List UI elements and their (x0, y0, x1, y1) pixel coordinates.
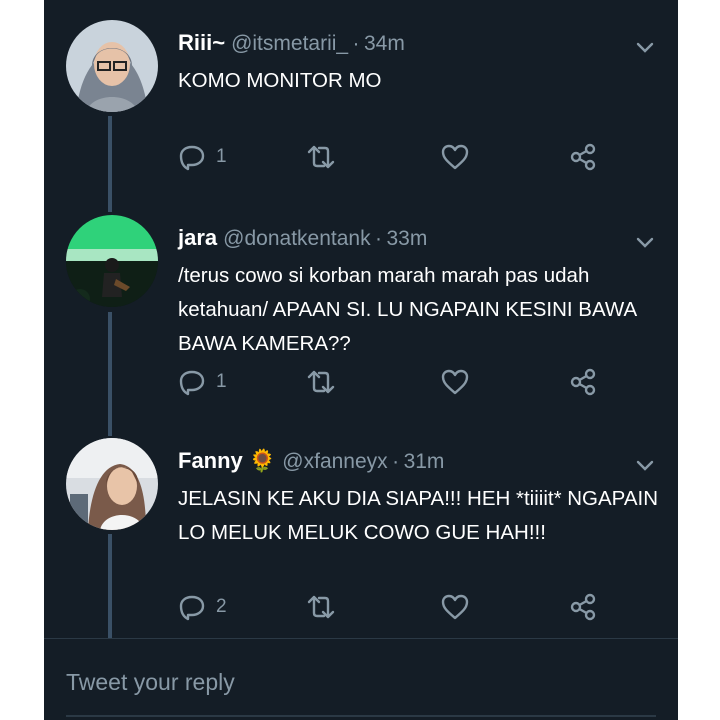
like-icon (441, 144, 469, 170)
retweet-icon (307, 145, 335, 169)
reply-composer[interactable]: Tweet your reply (44, 638, 678, 720)
user-handle[interactable]: @xfanneyx (282, 450, 387, 473)
chevron-down-icon[interactable] (634, 454, 656, 476)
tweet-header: Riii~ @itsmetarii_ · 34m (178, 30, 664, 62)
share-button[interactable] (568, 367, 598, 397)
reply-button[interactable]: 1 (178, 367, 227, 397)
retweet-icon (307, 370, 335, 394)
reply-count: 1 (216, 146, 227, 167)
share-icon (570, 368, 596, 396)
chevron-down-icon[interactable] (634, 36, 656, 58)
tweet[interactable]: Riii~ @itsmetarii_ · 34m KOMO MONITOR MO … (44, 20, 678, 240)
tweet-time[interactable]: 31m (404, 450, 445, 473)
tweet-header: Fanny 🌻 @xfanneyx · 31m (178, 448, 664, 480)
separator-dot: · (375, 227, 383, 250)
reply-icon (179, 370, 205, 396)
retweet-button[interactable] (306, 592, 346, 622)
avatar[interactable] (66, 215, 158, 307)
avatar[interactable] (66, 20, 158, 112)
display-name[interactable]: jara (178, 225, 217, 250)
like-icon (441, 369, 469, 395)
like-icon (441, 594, 469, 620)
tweet-actions: 1 (178, 142, 648, 172)
tweet-time[interactable]: 34m (364, 32, 405, 55)
like-button[interactable] (440, 592, 480, 622)
reply-count: 1 (216, 371, 227, 392)
reply-icon (179, 595, 205, 621)
retweet-icon (307, 595, 335, 619)
share-button[interactable] (568, 142, 598, 172)
tweet-thread-screen: Riii~ @itsmetarii_ · 34m KOMO MONITOR MO … (44, 0, 678, 720)
tweet-time[interactable]: 33m (386, 227, 427, 250)
display-name[interactable]: Fanny 🌻 (178, 448, 276, 473)
separator-dot: · (352, 32, 360, 55)
tweet-actions: 2 (178, 592, 648, 622)
like-button[interactable] (440, 367, 480, 397)
share-icon (570, 593, 596, 621)
tweet-actions: 1 (178, 367, 648, 397)
reply-icon (179, 145, 205, 171)
user-handle[interactable]: @donatkentank (223, 227, 370, 250)
share-icon (570, 143, 596, 171)
avatar[interactable] (66, 438, 158, 530)
tweet[interactable]: jara @donatkentank · 33m /terus cowo si k… (44, 215, 678, 435)
retweet-button[interactable] (306, 142, 346, 172)
separator-dot: · (392, 450, 400, 473)
tweet[interactable]: Fanny 🌻 @xfanneyx · 31m JELASIN KE AKU DI… (44, 438, 678, 658)
chevron-down-icon[interactable] (634, 231, 656, 253)
reply-count: 2 (216, 596, 227, 617)
tweet-text: /terus cowo si korban marah marah pas ud… (178, 264, 637, 355)
reply-button[interactable]: 1 (178, 142, 227, 172)
reply-input[interactable]: Tweet your reply (66, 669, 235, 696)
reply-input-underline (66, 715, 656, 717)
user-handle[interactable]: @itsmetarii_ (231, 32, 348, 55)
tweet-text: KOMO MONITOR MO (178, 69, 382, 92)
reply-button[interactable]: 2 (178, 592, 227, 622)
like-button[interactable] (440, 142, 480, 172)
tweet-header: jara @donatkentank · 33m (178, 225, 664, 257)
tweet-text: JELASIN KE AKU DIA SIAPA!!! HEH *tiiiit*… (178, 487, 658, 544)
display-name[interactable]: Riii~ (178, 30, 225, 55)
retweet-button[interactable] (306, 367, 346, 397)
share-button[interactable] (568, 592, 598, 622)
